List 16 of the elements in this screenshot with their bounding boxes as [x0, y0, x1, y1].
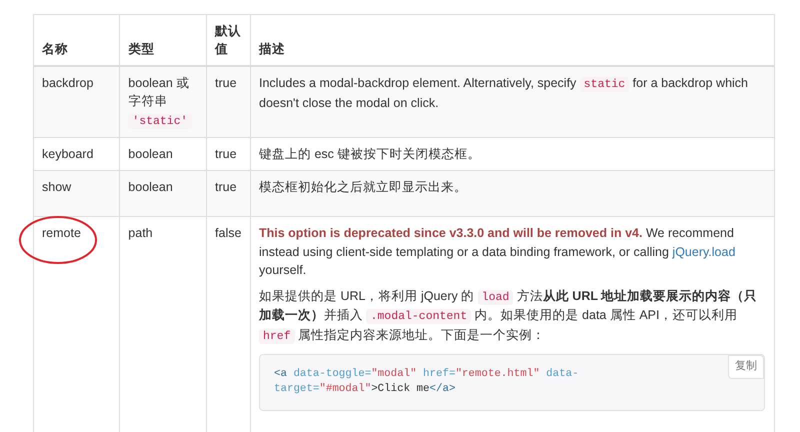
link[interactable]: jQuery.load	[672, 244, 736, 259]
description-text: Includes a modal-backdrop element. Alternatively, specify static for a backdrop which doesn't close the modal on click.	[259, 75, 749, 112]
table-cell: true	[206, 170, 250, 217]
description-text: 如果提供的是 URL，将利用 jQuery 的 load 方法从此 URL 地址加载要展示的内容（只加载一次）并插入 .modal-content 内。如果使用的是 data 属性 API，还可以利用 href 属性指定内容来源地址。下面是一个实例：	[259, 288, 758, 346]
table-cell: boolean	[120, 170, 207, 217]
option-name: show	[42, 180, 72, 194]
description-text: This option is deprecated since v3.3.0 and will be removed in v4. We recommend instead using client-side templating or a data binding framework, or calling jQuery.load yourself.	[259, 225, 736, 279]
description-text: 键盘上的 esc 键被按下时关闭模态框。	[259, 146, 482, 164]
code-text: <a data-toggle="modal" href="remote.html" data-target="#modal">Click me</a>	[274, 366, 580, 398]
option-name: remote	[42, 226, 81, 240]
option-name: keyboard	[42, 147, 94, 162]
table-cell: true	[206, 66, 250, 138]
table-cell: boolean 或 字符串 'static'	[120, 66, 207, 138]
copy-button[interactable]: 复制	[728, 354, 764, 379]
option-name: backdrop	[42, 76, 94, 90]
description-text: 模态框初始化之后就立即显示出来。	[259, 179, 468, 196]
